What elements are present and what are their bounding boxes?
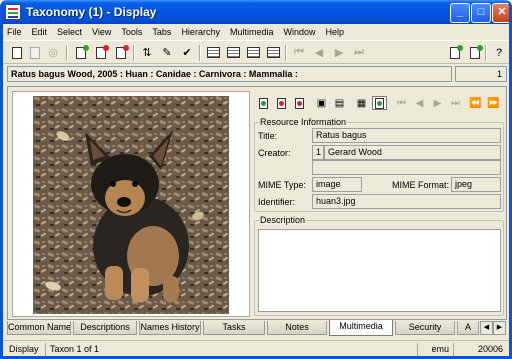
menu-bar: File Edit Select View Tools Tabs Hierarc… <box>3 24 509 39</box>
spellcheck-icon[interactable]: ✔ <box>179 45 195 60</box>
tab-names-history[interactable]: Names History <box>139 321 201 335</box>
app-icon <box>5 4 21 20</box>
tab-scroll-right-icon[interactable]: ▶ <box>493 321 506 335</box>
next-icon[interactable]: ▶ <box>331 45 347 60</box>
sort-icon[interactable]: ⇅ <box>139 45 155 60</box>
tab-descriptions[interactable]: Descriptions <box>73 321 137 335</box>
record-count: 1 <box>455 66 507 82</box>
delete-record-icon[interactable] <box>113 44 129 60</box>
first-icon[interactable]: ⏮ <box>291 45 307 60</box>
creator-index: 1 <box>312 145 324 160</box>
maximize-button[interactable]: □ <box>471 3 491 23</box>
creator-field[interactable]: Gerard Wood <box>324 145 501 160</box>
status-module: emu <box>417 343 453 356</box>
status-id: 20006 <box>453 343 507 356</box>
menu-select[interactable]: Select <box>52 27 87 37</box>
last-icon[interactable]: ⏭ <box>351 45 367 60</box>
detach-icon[interactable] <box>467 44 483 60</box>
add-multimedia-icon[interactable] <box>256 96 271 110</box>
resource-information-group: Resource Information Title: Ratus bagus … <box>254 117 504 212</box>
minimize-button[interactable]: _ <box>450 3 470 23</box>
mime-type-label: MIME Type: <box>258 180 306 190</box>
help-icon[interactable]: ? <box>491 45 507 60</box>
menu-hierarchy[interactable]: Hierarchy <box>176 27 225 37</box>
tab-tasks[interactable]: Tasks <box>203 321 265 335</box>
disabled-icon[interactable]: ◎ <box>45 45 61 60</box>
toolbar-separator <box>66 45 68 61</box>
title-label: Title: <box>258 131 278 141</box>
tab-security[interactable]: Security <box>395 321 455 335</box>
toolbar-separator <box>285 45 287 61</box>
resource-information-title: Resource Information <box>259 117 348 127</box>
menu-multimedia[interactable]: Multimedia <box>225 27 279 37</box>
puppy-photo <box>33 96 229 314</box>
import-icon[interactable] <box>73 44 89 60</box>
detail-view-icon[interactable] <box>372 96 387 110</box>
close-button[interactable]: ✕ <box>492 3 509 23</box>
last-image-icon[interactable]: ⏭ <box>448 96 463 110</box>
next-image-icon[interactable]: ▶ <box>430 96 445 110</box>
status-record: Taxon 1 of 1 <box>45 343 417 356</box>
multimedia-panel: ▣ ▤ ▦ ⏮ ◀ ▶ ⏭ ⏪ ⏩ Resource Information T… <box>7 86 507 320</box>
menu-help[interactable]: Help <box>320 27 349 37</box>
insert-multimedia-icon[interactable] <box>292 96 307 110</box>
list-view-icon[interactable] <box>225 45 241 60</box>
menu-file[interactable]: File <box>3 27 27 37</box>
toolbar-separator <box>199 45 201 61</box>
menu-edit[interactable]: Edit <box>27 27 53 37</box>
identifier-field[interactable]: huan3.jpg <box>312 194 501 209</box>
attach-icon[interactable] <box>447 44 463 60</box>
window-title: Taxonomy (1) - Display <box>26 5 157 19</box>
rewind-icon[interactable]: ⏪ <box>468 96 483 110</box>
previous-icon[interactable]: ◀ <box>311 45 327 60</box>
description-group: Description <box>254 215 504 316</box>
title-bar[interactable]: Taxonomy (1) - Display _ □ ✕ <box>3 0 509 24</box>
first-image-icon[interactable]: ⏮ <box>394 96 409 110</box>
creator-label: Creator: <box>258 148 291 158</box>
page-view-icon[interactable] <box>265 45 281 60</box>
menu-window[interactable]: Window <box>278 27 320 37</box>
description-field[interactable] <box>258 229 501 312</box>
status-mode: Display <box>9 344 39 354</box>
tab-a[interactable]: A <box>457 321 479 335</box>
mime-format-field[interactable]: jpeg <box>451 177 501 192</box>
image-viewer[interactable] <box>12 91 250 317</box>
menu-tools[interactable]: Tools <box>116 27 147 37</box>
title-field[interactable]: Ratus bagus <box>312 128 501 143</box>
delete-icon[interactable] <box>93 44 109 60</box>
table-view-icon[interactable] <box>245 45 261 60</box>
remove-multimedia-icon[interactable] <box>274 96 289 110</box>
mime-type-field[interactable]: image <box>312 177 362 192</box>
tab-notes[interactable]: Notes <box>267 321 327 335</box>
view-icon[interactable] <box>205 45 221 60</box>
save-icon[interactable] <box>27 45 43 60</box>
save-image-icon[interactable]: ▤ <box>332 96 347 110</box>
main-toolbar: ◎ ⇅ ✎ ✔ ⏮ ◀ ▶ ⏭ ? <box>3 40 509 64</box>
tab-strip: Common Names Descriptions Names History … <box>7 320 507 337</box>
identifier-label: Identifier: <box>258 197 296 207</box>
tab-multimedia[interactable]: Multimedia <box>329 320 393 336</box>
creator-field-empty[interactable] <box>312 160 501 175</box>
previous-image-icon[interactable]: ◀ <box>412 96 427 110</box>
new-record-icon[interactable] <box>9 45 25 60</box>
status-bar: Display Taxon 1 of 1 emu 20006 <box>3 340 509 356</box>
toolbar-separator <box>485 45 487 61</box>
tab-scroll-left-icon[interactable]: ◀ <box>480 321 493 335</box>
toolbar-separator <box>133 45 135 61</box>
menu-tabs[interactable]: Tabs <box>147 27 176 37</box>
menu-view[interactable]: View <box>87 27 116 37</box>
edit-icon[interactable]: ✎ <box>159 45 175 60</box>
tab-common-names[interactable]: Common Names <box>7 321 71 335</box>
properties-icon[interactable]: ▣ <box>314 96 329 110</box>
thumbnails-icon[interactable]: ▦ <box>354 96 369 110</box>
fast-forward-icon[interactable]: ⏩ <box>486 96 501 110</box>
description-title: Description <box>259 215 307 225</box>
mime-format-label: MIME Format: <box>392 180 450 190</box>
hierarchy-breadcrumb: Ratus bagus Wood, 2005 : Huan : Canidae … <box>7 66 452 82</box>
application-window: Taxonomy (1) - Display _ □ ✕ File Edit S… <box>0 0 512 359</box>
